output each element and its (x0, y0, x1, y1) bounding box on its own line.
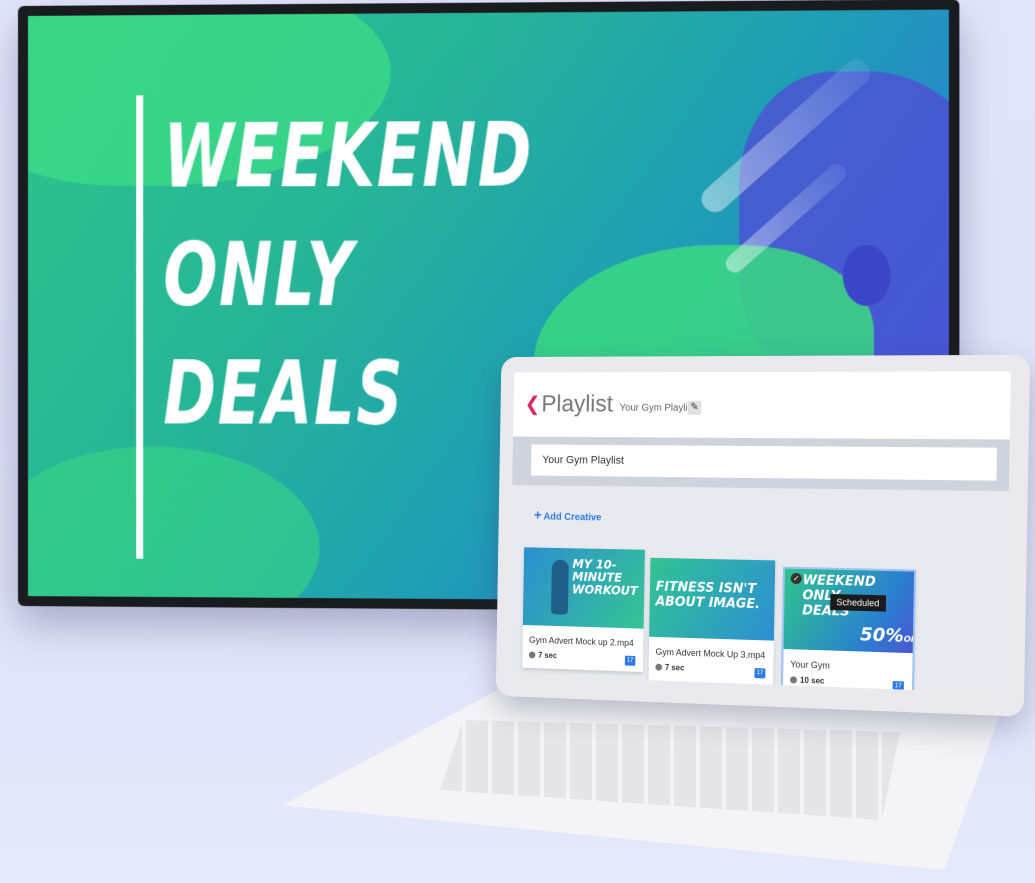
page-title: Playlist (541, 390, 614, 418)
promo-text: 50%OFF (859, 624, 915, 650)
thumbnail-text: MY 10- MINUTE WORKOUT (571, 557, 638, 598)
playlist-name-value: Your Gym Playlist (542, 454, 624, 467)
duration-value: 7 sec (538, 650, 557, 661)
thumb-line: WORKOUT (571, 582, 638, 598)
add-creative-button[interactable]: + Add Creative (534, 507, 602, 524)
creative-name: Gym Advert Mock up 2.mp4 (529, 634, 634, 649)
bg-blob (842, 244, 891, 306)
creative-duration: 7 sec (655, 663, 684, 673)
plus-icon: + (533, 506, 542, 523)
app-header: ❮ Playlist Your Gym Playlist * ✎ (513, 371, 1011, 440)
creative-thumbnail: ✓ WEEKEND ONLY DEALS 50%OFF Scheduled (783, 568, 915, 654)
creative-duration: 7 sec (528, 650, 557, 661)
thumbnail-text: FITNESS ISN'T ABOUT IMAGE. (655, 580, 760, 613)
playlist-name-field[interactable]: Your Gym Playlist (530, 444, 998, 481)
headline-rule (136, 95, 144, 559)
headline-line-3: DEALS (163, 341, 405, 446)
calendar-icon[interactable]: 17 (624, 655, 636, 666)
pencil-icon[interactable]: ✎ (687, 400, 702, 415)
creative-card-selected[interactable]: ✓ WEEKEND ONLY DEALS 50%OFF Scheduled Yo… (782, 568, 915, 694)
creative-card[interactable]: MY 10- MINUTE WORKOUT Gym Advert Mock up… (522, 547, 645, 673)
duration-value: 7 sec (664, 662, 685, 673)
add-creative-label: Add Creative (543, 511, 602, 524)
playlist-name-bar: Your Gym Playlist (512, 436, 1010, 492)
tv-headline: WEEKEND ONLY DEALS (163, 95, 533, 453)
creative-name: Your Gym (790, 659, 831, 671)
status-tooltip: Scheduled (830, 593, 886, 612)
clock-icon (655, 663, 663, 671)
chevron-left-icon[interactable]: ❮ (525, 392, 541, 416)
duration-value: 10 sec (799, 675, 825, 686)
calendar-icon[interactable]: 17 (754, 668, 766, 679)
clock-icon (528, 651, 536, 659)
thumb-line: WEEKEND (802, 573, 876, 591)
bg-blob (27, 445, 320, 603)
headline-line-2: ONLY (163, 222, 355, 327)
laptop: ❮ Playlist Your Gym Playlist * ✎ Your Gy… (495, 354, 1031, 717)
creative-thumbnail: FITNESS ISN'T ABOUT IMAGE. (649, 557, 776, 641)
promo-suffix: OFF (903, 634, 915, 645)
creative-duration: 10 sec (789, 675, 825, 686)
calendar-clock-icon[interactable]: 17 (892, 681, 904, 692)
clock-icon (789, 676, 798, 684)
headline-line-1: WEEKEND (163, 102, 534, 208)
check-icon: ✓ (790, 572, 802, 585)
runner-image (551, 559, 569, 615)
creative-thumbnail: MY 10- MINUTE WORKOUT (522, 547, 645, 629)
thumb-line: ABOUT IMAGE. (655, 594, 761, 613)
creative-name: Gym Advert Mock Up 3.mp4 (655, 646, 766, 661)
promo-value: 50% (859, 624, 905, 647)
creative-card[interactable]: FITNESS ISN'T ABOUT IMAGE. Gym Advert Mo… (648, 557, 776, 685)
app-screen: ❮ Playlist Your Gym Playlist * ✎ Your Gy… (509, 371, 1011, 694)
